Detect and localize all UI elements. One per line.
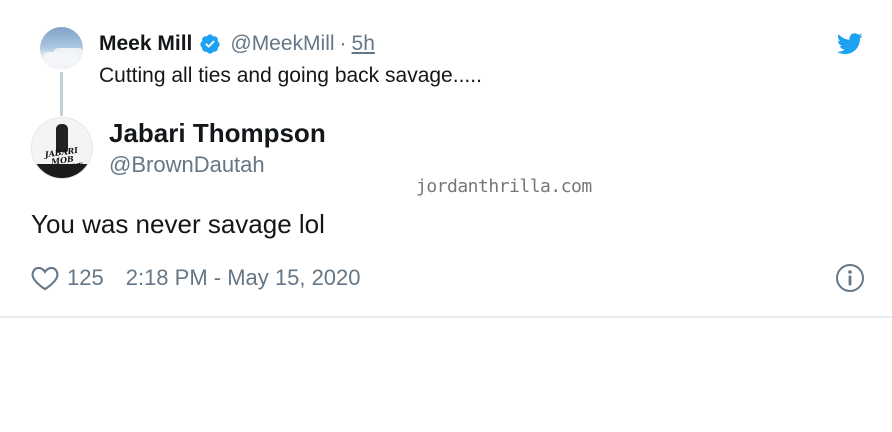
verified-badge-icon [200, 34, 220, 54]
reply-author-name[interactable]: Jabari Thompson [109, 118, 326, 149]
tweet-footer: 125 2:18 PM - May 15, 2020 [31, 263, 361, 293]
parent-tweet-text: Cutting all ties and going back savage..… [99, 64, 482, 87]
tweet-timestamp-link[interactable]: 2:18 PM - May 15, 2020 [126, 265, 361, 291]
like-count: 125 [67, 265, 104, 290]
embedded-tweet-card: Meek Mill @MeekMill · 5h Cutting all tie… [0, 0, 892, 318]
parent-author-avatar[interactable] [40, 27, 83, 70]
parent-author-handle[interactable]: @MeekMill [230, 32, 334, 56]
twitter-bird-icon[interactable] [837, 33, 863, 55]
heart-icon[interactable] [31, 265, 59, 291]
header-separator: · [339, 32, 347, 55]
thread-connector-line [60, 72, 63, 116]
parent-tweet-time-link[interactable]: 5h [352, 32, 375, 56]
parent-tweet-header: Meek Mill @MeekMill · 5h [99, 30, 375, 58]
reply-author-avatar[interactable]: JABARI MOBI'M NOT NORMAL [31, 117, 93, 179]
info-icon[interactable] [835, 263, 865, 293]
parent-author-name[interactable]: Meek Mill [99, 32, 192, 56]
reply-author-handle[interactable]: @BrownDautah [109, 152, 265, 178]
site-watermark: jordanthrilla.com [416, 176, 592, 197]
reply-tweet-text: You was never savage lol [31, 209, 325, 239]
